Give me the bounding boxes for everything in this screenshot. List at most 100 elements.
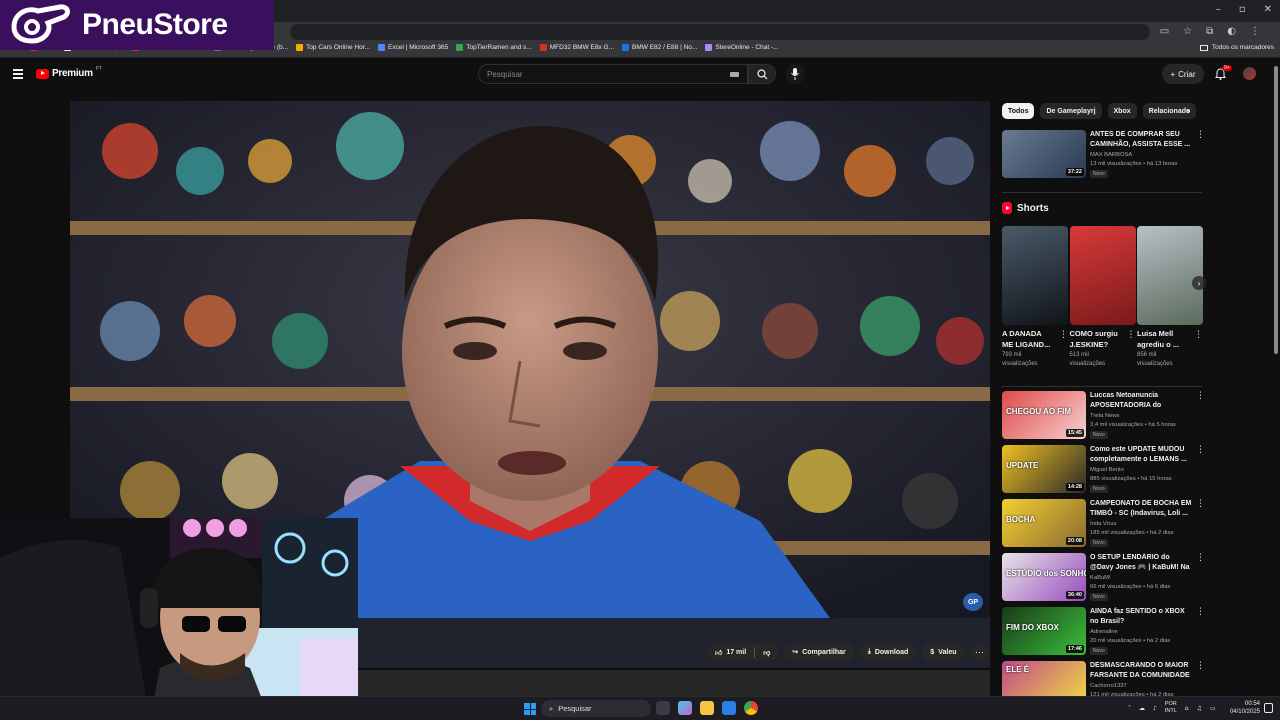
voice-search-button[interactable] bbox=[785, 64, 805, 84]
channel-name[interactable]: Miguel Bento bbox=[1090, 467, 1124, 473]
bookmark-item[interactable]: MFD32 BMW E8x G... bbox=[539, 44, 614, 51]
video-title[interactable]: ANTES DE COMPRAR SEU CAMINHÃO, ASSISTA E… bbox=[1090, 130, 1194, 150]
thanks-button[interactable]: $ Valeu bbox=[922, 643, 965, 661]
star-icon[interactable]: ☆ bbox=[1183, 26, 1192, 37]
like-icon[interactable]: 👍︎ bbox=[715, 648, 722, 657]
channel-name[interactable]: Cachorro1337 bbox=[1090, 683, 1127, 689]
cloud-icon[interactable]: ☁ bbox=[1139, 705, 1145, 712]
close-button[interactable]: ✕ bbox=[1264, 4, 1272, 15]
channel-name[interactable]: Treta News bbox=[1090, 413, 1119, 419]
menu-hamburger-icon[interactable] bbox=[13, 69, 23, 81]
more-options-icon[interactable]: ⋮ bbox=[1196, 130, 1205, 140]
copilot-icon[interactable] bbox=[678, 701, 692, 715]
network-icon[interactable]: ⌂ bbox=[1185, 705, 1189, 712]
windows-start-icon[interactable] bbox=[524, 703, 536, 715]
more-options-icon[interactable]: ⋮ bbox=[1194, 330, 1203, 340]
bookmark-item[interactable]: BMW E82 / E88 | No... bbox=[622, 44, 697, 51]
short-item[interactable]: Luisa Mell agrediu o ... 856 mil visualiz… bbox=[1137, 226, 1203, 369]
filter-chip[interactable]: Todos bbox=[1002, 103, 1035, 119]
file-explorer-icon[interactable] bbox=[700, 701, 714, 715]
dislike-icon[interactable]: 👎︎ bbox=[763, 648, 770, 657]
video-thumbnail[interactable]: UPDATE 14:28 bbox=[1002, 445, 1086, 493]
share-button[interactable]: ↪ Compartilhar bbox=[784, 643, 854, 661]
short-thumbnail[interactable] bbox=[1137, 226, 1203, 325]
address-field[interactable] bbox=[290, 24, 1150, 40]
chrome-icon[interactable] bbox=[744, 701, 758, 715]
video-title[interactable]: Luccas Netoanuncia APOSENTADORIA do YouT… bbox=[1090, 391, 1194, 411]
more-options-icon[interactable]: ⋮ bbox=[1196, 499, 1205, 509]
recommendation-item[interactable]: BOCHA 20:08 CAMPEONATO DE BOCHA EM TIMBÓ -… bbox=[1002, 499, 1205, 549]
notifications-icon[interactable] bbox=[1264, 703, 1273, 713]
short-title[interactable]: A DANADA ME LIGAND... bbox=[1002, 329, 1054, 350]
recommendation-top[interactable]: 37:22 ANTES DE COMPRAR SEU CAMINHÃO, ASS… bbox=[1002, 130, 1205, 180]
chevron-up-icon[interactable]: ˄ bbox=[1128, 705, 1131, 712]
more-options-icon[interactable]: ⋮ bbox=[1059, 330, 1068, 340]
short-thumbnail[interactable] bbox=[1069, 226, 1136, 325]
volume-icon[interactable]: ♫ bbox=[1197, 705, 1202, 712]
battery-icon[interactable]: ▭ bbox=[1210, 705, 1216, 712]
video-thumbnail[interactable]: ESTÚDIO dos SONHOS 36:40 bbox=[1002, 553, 1086, 601]
youtube-logo[interactable]: Premium PT bbox=[36, 66, 102, 79]
all-bookmarks[interactable]: Todos os marcadores bbox=[1199, 44, 1274, 51]
keyboard-icon[interactable] bbox=[730, 72, 739, 77]
video-thumbnail[interactable]: CHEGOU AO FIM 15:45 bbox=[1002, 391, 1086, 439]
video-title[interactable]: O SETUP LENDÁRIO do @Davy Jones 🎮 | KaBu… bbox=[1090, 553, 1194, 573]
video-thumbnail[interactable]: BOCHA 20:08 bbox=[1002, 499, 1086, 547]
channel-name[interactable]: KaBuM! bbox=[1090, 575, 1111, 581]
video-title[interactable]: AINDA faz SENTIDO o XBOX no Brasil? bbox=[1090, 607, 1194, 627]
filter-chip[interactable]: De Gameplayrj bbox=[1040, 103, 1102, 119]
short-item[interactable]: A DANADA ME LIGAND... 793 mil visualizaçõ… bbox=[1002, 226, 1068, 369]
menu-icon[interactable]: ⋮ bbox=[1250, 26, 1260, 37]
short-title[interactable]: COMO surgiu J.ESKINE? bbox=[1070, 329, 1122, 350]
short-item[interactable]: COMO surgiu J.ESKINE? 513 mil visualizaçõ… bbox=[1069, 226, 1136, 369]
short-title[interactable]: Luisa Mell agrediu o ... bbox=[1137, 329, 1189, 350]
bookmark-item[interactable]: TopTierRamen and s... bbox=[456, 44, 532, 51]
more-options-icon[interactable]: ⋮ bbox=[1196, 661, 1205, 671]
taskbar-search[interactable]: ⌕ Pesquisar bbox=[541, 700, 651, 717]
channel-watermark[interactable]: GP bbox=[963, 593, 983, 611]
more-options-icon[interactable]: ⋮ bbox=[1127, 330, 1136, 340]
task-view-icon[interactable] bbox=[656, 701, 670, 715]
video-title[interactable]: Como este UPDATE MUDOU completamente o L… bbox=[1090, 445, 1194, 465]
video-title[interactable]: CAMPEONATO DE BOCHA EM TIMBÓ - SC (Indav… bbox=[1090, 499, 1194, 519]
like-dislike-group[interactable]: 👍︎ 17 mil 👎︎ bbox=[707, 643, 779, 661]
account-avatar[interactable] bbox=[1243, 67, 1256, 80]
video-thumbnail[interactable]: FIM DO XBOX 17:46 bbox=[1002, 607, 1086, 655]
more-actions-button[interactable]: ⋯ bbox=[970, 643, 989, 661]
create-button[interactable]: + Criar bbox=[1162, 64, 1204, 84]
input-language[interactable]: POR INTL bbox=[1165, 701, 1177, 715]
microphone-icon[interactable]: ♪ bbox=[1153, 705, 1157, 712]
channel-name[interactable]: MAX BARBOSA bbox=[1090, 152, 1132, 158]
more-options-icon[interactable]: ⋮ bbox=[1196, 391, 1205, 401]
short-thumbnail[interactable] bbox=[1002, 226, 1068, 325]
bookmark-item[interactable]: Top Cars Online Hor... bbox=[296, 44, 370, 51]
download-button[interactable]: ⤓ Download bbox=[859, 643, 917, 661]
bookmark-item[interactable]: StereOnline - Chat -... bbox=[705, 44, 779, 51]
chevron-right-icon[interactable]: › bbox=[1186, 106, 1190, 117]
more-options-icon[interactable]: ⋮ bbox=[1196, 445, 1205, 455]
search-input[interactable]: Pesquisar bbox=[478, 64, 748, 84]
profile-icon[interactable]: ◐ bbox=[1227, 26, 1236, 37]
recommendation-item[interactable]: FIM DO XBOX 17:46 AINDA faz SENTIDO o XBOX… bbox=[1002, 607, 1205, 657]
channel-name[interactable]: Inda Vírus bbox=[1090, 521, 1116, 527]
filter-chip[interactable]: Xbox bbox=[1107, 103, 1137, 119]
more-options-icon[interactable]: ⋮ bbox=[1196, 607, 1205, 617]
search-button[interactable] bbox=[748, 64, 776, 84]
scrollbar-thumb[interactable] bbox=[1274, 66, 1278, 354]
recommendation-item[interactable]: ESTÚDIO dos SONHOS 36:40 O SETUP LENDÁRIO … bbox=[1002, 553, 1205, 603]
page-scrollbar[interactable] bbox=[1272, 60, 1280, 696]
maximize-button[interactable]: ▫ bbox=[1239, 4, 1246, 15]
clock[interactable]: 00:54 04/10/2025 bbox=[1226, 700, 1260, 716]
store-icon[interactable] bbox=[722, 701, 736, 715]
recommendation-item[interactable]: UPDATE 14:28 Como este UPDATE MUDOU comple… bbox=[1002, 445, 1205, 495]
extensions-icon[interactable]: ⧉ bbox=[1206, 26, 1213, 37]
recommendation-item[interactable]: CHEGOU AO FIM 15:45 Luccas Netoanuncia APO… bbox=[1002, 391, 1205, 441]
channel-name[interactable]: Adrenaline bbox=[1090, 629, 1118, 635]
shorts-next-button[interactable]: › bbox=[1192, 276, 1206, 290]
minimize-button[interactable]: – bbox=[1216, 4, 1221, 15]
bookmark-item[interactable]: Excel | Microsoft 365 bbox=[378, 44, 448, 51]
video-title[interactable]: DESMASCARANDO O MAIOR FARSANTE DA COMUNI… bbox=[1090, 661, 1194, 681]
cast-icon[interactable]: ▭ bbox=[1160, 26, 1169, 37]
more-options-icon[interactable]: ⋮ bbox=[1196, 553, 1205, 563]
video-thumbnail[interactable]: 37:22 bbox=[1002, 130, 1086, 178]
